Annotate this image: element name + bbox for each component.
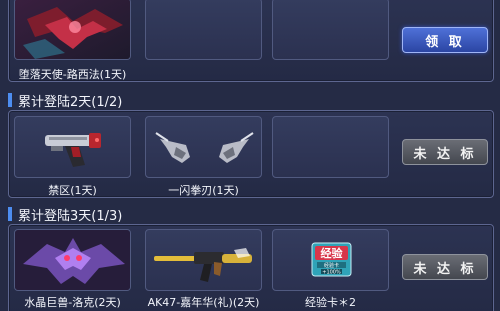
section-header-day2: 累计登陆2天(1/2) [8, 91, 123, 110]
reward-item-label: 水晶巨兽-洛克(2天) [24, 296, 121, 309]
ak47-rifle-image [154, 248, 252, 282]
section-accent-bar [8, 207, 12, 221]
not-qualified-button[interactable]: 未 达 标 [402, 139, 488, 165]
section-header-day3: 累计登陆3天(1/3) [8, 205, 123, 224]
section-title: 累计登陆2天(1/2) [18, 94, 123, 110]
reward-slot-exp-card[interactable]: 经验 经验卡 +100% [272, 229, 389, 291]
exp-card-bonus: +100% [322, 270, 341, 276]
reward-item-label: 禁区(1天) [48, 184, 97, 197]
not-qualified-button[interactable]: 未 达 标 [402, 254, 488, 280]
reward-item-label: AK47-嘉年华(礼)(2天) [147, 296, 260, 309]
reward-slot-crystal-beast-rock[interactable] [14, 229, 131, 291]
exp-card-subtitle: 经验卡 [324, 262, 339, 269]
reward-slot-lucifer[interactable] [14, 0, 131, 60]
reward-slot-empty [272, 116, 389, 178]
exp-card-image: 经验 经验卡 +100% [311, 242, 352, 277]
reward-slot-flash-fist-blade[interactable] [145, 116, 262, 178]
pistol-weapon-image [45, 133, 101, 167]
lucifer-character-image [15, 0, 130, 59]
reward-slot-empty [145, 0, 262, 60]
reward-slot-empty [272, 0, 389, 60]
section-title: 累计登陆3天(1/3) [18, 208, 123, 224]
reward-slot-ak47-carnival[interactable] [145, 229, 262, 291]
reward-item-label: 一闪拳刃(1天) [168, 184, 239, 197]
exp-card-title: 经验 [321, 246, 344, 260]
reward-slot-forbidden-zone[interactable] [14, 116, 131, 178]
section-accent-bar [8, 93, 12, 107]
fist-blade-weapon-image [155, 132, 254, 163]
reward-item-label: 经验卡＊2 [305, 296, 356, 309]
crystal-beast-character-image [15, 230, 130, 290]
reward-item-label: 堕落天使-路西法(1天) [18, 68, 127, 81]
claim-button[interactable]: 领 取 [402, 27, 488, 53]
